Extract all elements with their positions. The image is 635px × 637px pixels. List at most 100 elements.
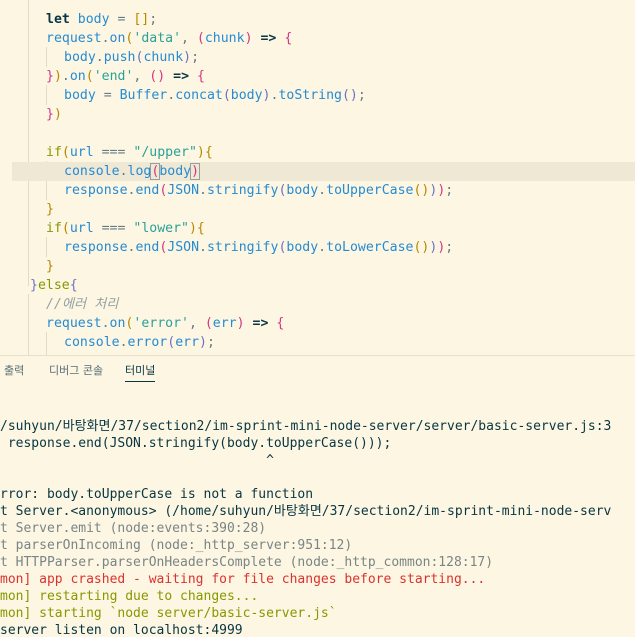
code-line: console.error(err); [0,333,635,352]
code-line: body.push(chunk); [0,48,635,67]
code-token: chunk [204,31,245,46]
code-token: let [46,12,78,27]
code-token: Buffer [119,88,168,103]
code-token: body [64,50,96,65]
code-token: else [37,278,70,293]
code-token: === [93,221,134,236]
code-token: = [95,88,120,103]
code-token: 'error' [133,316,189,331]
code-token: [] [133,12,150,27]
terminal-line: t Server.emit (node:events:390:28) [0,521,267,536]
code-token: () [149,69,166,84]
code-token: toUpperCase [326,183,414,198]
code-line: }).on('end', () => { [0,67,635,86]
code-token: request [46,31,102,46]
code-token: concat [175,88,223,103]
code-token: ; [445,240,454,255]
code-token: . [101,31,110,46]
code-token: "/upper" [133,145,197,160]
terminal-line: mon] restarting due to changes... [0,589,259,604]
code-text: console.log(body) [64,162,201,181]
code-line: request.on('error', (err) => { [0,314,635,333]
terminal-output[interactable]: /suhyun/바탕화면/37/section2/im-sprint-mini-… [0,388,635,637]
code-text: response.end(JSON.stringify(body.toUpper… [64,181,453,200]
code-token: ) [188,221,197,236]
code-token: push [103,50,136,65]
code-line: body = Buffer.concat(body).toString(); [0,86,635,105]
code-token: . [119,164,128,179]
code-token: end [135,240,160,255]
code-token: JSON [167,183,200,198]
code-line: } [0,257,635,276]
code-token: ; [149,12,158,27]
terminal-line: response.end(JSON.stringify(body.toUpper… [0,436,392,451]
tab-debug-console[interactable]: 디버그 콘솔 [49,363,103,381]
code-token: ( [204,316,213,331]
code-token: . [318,240,327,255]
code-token: () [413,240,430,255]
code-token: { [276,316,285,331]
code-token: . [318,183,327,198]
code-token: () [413,183,430,198]
code-token: { [204,145,213,160]
code-text: } [46,200,54,219]
code-text: response.end(JSON.stringify(body.toLower… [64,238,453,257]
code-token: body [286,240,319,255]
terminal-line: t HTTPParser.parserOnHeadersComplete (no… [0,555,494,570]
code-token: chunk [143,50,184,65]
code-token: => [173,69,190,84]
code-token: { [196,69,205,84]
code-token: , [133,69,150,84]
code-token: ; [357,88,366,103]
code-line: }else{ [0,276,635,295]
code-token: ( [61,145,70,160]
code-token: request [46,316,102,331]
code-token: ) [53,107,62,122]
code-token: => [260,31,277,46]
code-line: if(url === "/upper"){ [0,143,635,162]
code-token: body [159,164,192,179]
code-token: = [109,12,134,27]
code-text: body = Buffer.concat(body).toString(); [64,86,366,105]
code-text: console.error(err); [64,333,215,352]
code-token: ) [199,335,207,350]
terminal-line: t parserOnIncoming (node:_http_server:95… [0,538,353,553]
code-token: err [175,335,200,350]
code-token: ; [445,183,454,198]
code-editor[interactable]: let body = []; request.on('data', (chunk)… [0,0,635,355]
tab-output[interactable]: 출력 [4,363,24,381]
code-line: response.end(JSON.stringify(body.toLower… [0,238,635,257]
code-text: if(url === "lower"){ [46,219,205,238]
code-token: body [286,183,319,198]
code-text: let body = []; [46,10,157,29]
code-token: === [93,145,134,160]
code-text: request.on('data', (chunk) => { [46,29,292,48]
tab-terminal[interactable]: 터미널 [125,363,156,382]
code-token: ) [183,50,192,65]
code-token: ( [196,31,205,46]
code-token: JSON [167,240,200,255]
code-token: } [46,69,54,84]
code-token: ) [53,69,62,84]
code-token: ) [236,316,245,331]
terminal-line: ^ [0,453,274,468]
code-token: ( [85,69,94,84]
code-token: ) [244,31,253,46]
code-text: if(url === "/upper"){ [46,143,213,162]
terminal-line: /suhyun/바탕화면/37/section2/im-sprint-mini-… [0,419,612,434]
code-text: }).on('end', () => { [46,67,205,86]
terminal-line: t Server.<anonymous> (/home/suhyun/바탕화면/… [0,504,612,519]
code-token: body [230,88,263,103]
code-token: console [64,164,120,179]
code-text: //에러 처리 [46,295,118,314]
code-token: err [212,316,237,331]
code-line: //에러 처리 [0,295,635,314]
code-token: on [69,69,86,84]
code-token: error [127,335,168,350]
code-token: { [284,31,293,46]
code-text: }else{ [30,276,78,295]
code-token: } [30,278,38,293]
